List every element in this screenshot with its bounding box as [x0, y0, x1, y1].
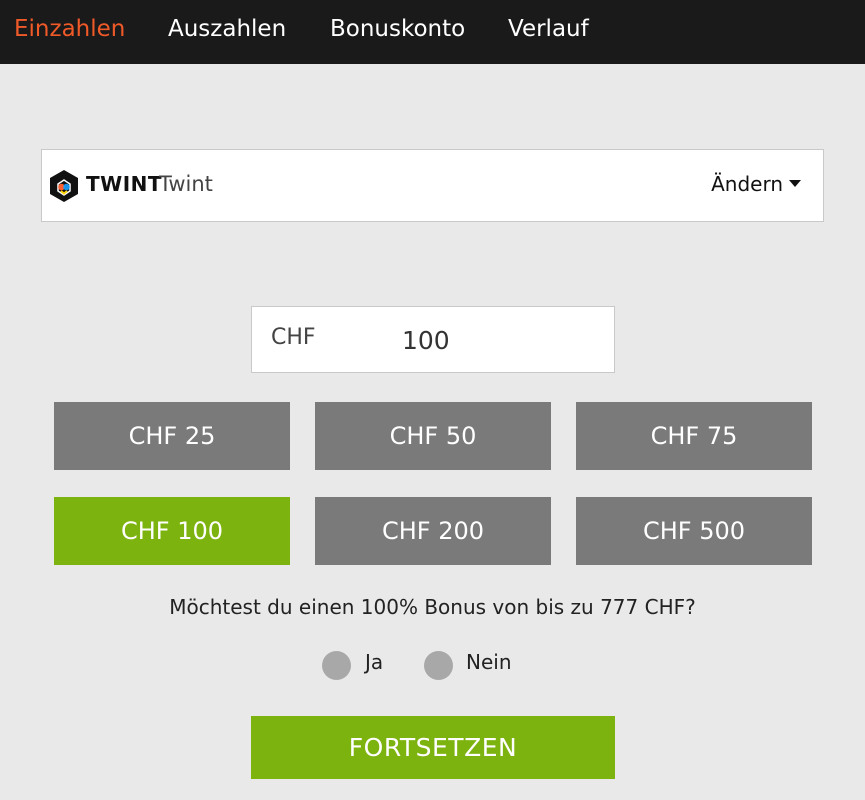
- preset-chf-200-button[interactable]: CHF 200: [315, 497, 551, 565]
- caret-down-icon: [789, 180, 801, 187]
- bonus-question: Möchtest du einen 100% Bonus von bis zu …: [169, 595, 696, 619]
- bonus-no-radio[interactable]: [424, 651, 453, 680]
- payment-method-selector[interactable]: TWINT Twint Ändern: [41, 149, 824, 222]
- bonus-yes-label[interactable]: Ja: [365, 650, 383, 674]
- preset-chf-75-button[interactable]: CHF 75: [576, 402, 812, 470]
- change-method-label: Ändern: [711, 172, 783, 196]
- tab-verlauf[interactable]: Verlauf: [508, 0, 589, 58]
- bonus-yes-radio[interactable]: [322, 651, 351, 680]
- top-navigation: Einzahlen Auszahlen Bonuskonto Verlauf: [0, 0, 865, 64]
- currency-label: CHF: [271, 325, 316, 350]
- continue-button[interactable]: FORTSETZEN: [251, 716, 615, 779]
- tab-auszahlen[interactable]: Auszahlen: [168, 0, 286, 58]
- preset-chf-100-button[interactable]: CHF 100: [54, 497, 290, 565]
- twint-wordmark: TWINT: [86, 172, 163, 196]
- tab-bonuskonto[interactable]: Bonuskonto: [330, 0, 465, 58]
- amount-input[interactable]: [402, 321, 512, 359]
- preset-chf-25-button[interactable]: CHF 25: [54, 402, 290, 470]
- bonus-no-label[interactable]: Nein: [466, 650, 512, 674]
- amount-field[interactable]: CHF: [251, 306, 615, 373]
- preset-chf-500-button[interactable]: CHF 500: [576, 497, 812, 565]
- preset-chf-50-button[interactable]: CHF 50: [315, 402, 551, 470]
- twint-logo-icon: [48, 169, 80, 203]
- change-method-button[interactable]: Ändern: [711, 172, 801, 196]
- tab-einzahlen[interactable]: Einzahlen: [14, 0, 125, 58]
- payment-method-name: Twint: [159, 172, 213, 196]
